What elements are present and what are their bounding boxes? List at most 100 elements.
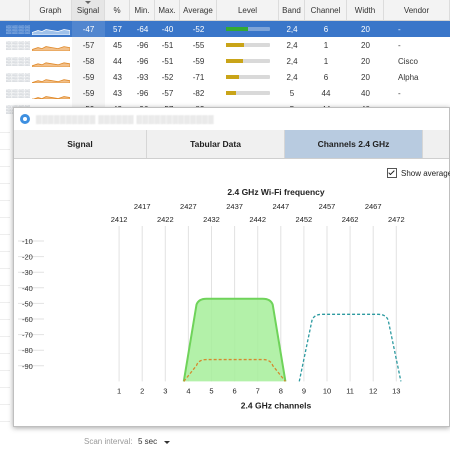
- signal-sparkline: [32, 45, 70, 51]
- x-tick-label: 7: [256, 386, 260, 395]
- cell-level: [217, 53, 279, 69]
- column-header-max[interactable]: Max.: [155, 0, 180, 20]
- cell-min: -96: [136, 40, 149, 50]
- cell-level: [217, 21, 279, 37]
- cell-avg: -59: [192, 56, 205, 66]
- cell-channel: 1: [323, 40, 329, 50]
- cell-max: -57: [161, 88, 174, 98]
- column-header-ssid[interactable]: [0, 0, 30, 20]
- cell-band: 2,4: [286, 72, 298, 82]
- x-tick-label: 1: [117, 386, 121, 395]
- y-tick-label: -60: [22, 315, 33, 324]
- level-bar: [226, 75, 270, 79]
- cell-graph: [30, 69, 72, 85]
- cell-max: -51: [161, 40, 174, 50]
- level-bar: [226, 91, 270, 95]
- cell-graph: [30, 85, 72, 101]
- cell-graph: [30, 37, 72, 53]
- column-header-signal[interactable]: Signal: [72, 0, 105, 20]
- y-tick-label: -30: [22, 268, 33, 277]
- x-tick-label: 6: [233, 386, 237, 395]
- x-tick-label: 4: [186, 386, 190, 395]
- channel-dialog: ▒▒▒▒▒▒▒▒▒▒ ▒▒▒▒▒▒ ▒▒▒▒▒▒▒▒▒▒▒▒▒ Signal T…: [13, 107, 450, 427]
- cell-vendor: Alpha: [398, 72, 419, 82]
- cell-max: -52: [161, 72, 174, 82]
- column-header-vendor[interactable]: Vendor: [384, 0, 450, 20]
- column-header-band[interactable]: Band: [279, 0, 305, 20]
- x-tick-label: 12: [369, 386, 377, 395]
- cell-band: 2,4: [286, 40, 298, 50]
- x-tick-label: 2: [140, 386, 144, 395]
- signal-sparkline: [32, 78, 70, 83]
- scan-interval-select[interactable]: 5 sec: [138, 437, 157, 446]
- y-tick-label: -90: [22, 362, 33, 371]
- freq-label: 2467: [365, 202, 382, 211]
- column-header-[interactable]: %: [105, 0, 130, 20]
- cell-band: 5: [289, 88, 295, 98]
- cell-channel: 6: [323, 72, 329, 82]
- level-bar: [226, 59, 270, 63]
- cell-ssid: ▒▒▒▒: [6, 56, 30, 66]
- cell-vendor: Cisco: [398, 56, 419, 66]
- cell-min: -93: [136, 72, 149, 82]
- cell-max: -40: [161, 24, 174, 34]
- x-tick-label: 13: [392, 386, 400, 395]
- freq-label: 2447: [272, 202, 289, 211]
- table-row[interactable]: ▒▒▒▒ -47 57 -64 -40 -52 2,4 6 20 -: [0, 21, 450, 37]
- freq-label: 2427: [180, 202, 197, 211]
- cell-min: -96: [136, 56, 149, 66]
- cell-pct: 45: [113, 40, 122, 50]
- cell-pct: 43: [113, 88, 122, 98]
- freq-label: 2437: [226, 202, 243, 211]
- cell-ssid: ▒▒▒▒: [6, 24, 30, 34]
- cell-channel: 1: [323, 56, 329, 66]
- freq-label: 2412: [111, 215, 128, 224]
- cell-width: 20: [361, 56, 370, 66]
- table-row[interactable]: ▒▒▒▒ -59 43 -93 -52 -71 2,4 6 20 Alpha: [0, 69, 450, 85]
- table-row[interactable]: ▒▒▒▒ -58 44 -96 -51 -59 2,4 1 20 Cisco: [0, 53, 450, 69]
- scan-interval-label: Scan interval:: [84, 437, 133, 446]
- series-area: [183, 298, 286, 382]
- cell-signal: -59: [72, 85, 105, 101]
- cell-max: -51: [161, 56, 174, 66]
- column-header-average[interactable]: Average: [180, 0, 217, 20]
- column-header-level[interactable]: Level: [217, 0, 279, 20]
- signal-sparkline: [32, 28, 70, 35]
- level-bar: [226, 27, 270, 31]
- network-table: Graph Signal% Min. Max. Average Level Band Chan…: [0, 0, 450, 117]
- freq-label: 2442: [249, 215, 266, 224]
- cell-signal: -58: [72, 53, 105, 69]
- cell-signal: -57: [72, 37, 105, 53]
- cell-level: [217, 69, 279, 85]
- cell-pct: 43: [113, 72, 122, 82]
- table-row[interactable]: ▒▒▒▒ -59 43 -96 -57 -82 5 44 40 -: [0, 85, 450, 101]
- cell-channel: 6: [323, 24, 329, 34]
- column-header-graph[interactable]: Graph: [30, 0, 72, 20]
- signal-sparkline: [32, 95, 70, 99]
- cell-avg: -52: [192, 24, 205, 34]
- x-tick-label: 11: [346, 386, 354, 395]
- cell-graph: [30, 53, 72, 69]
- cell-avg: -82: [192, 88, 205, 98]
- cell-level: [217, 37, 279, 53]
- y-tick-label: -10: [22, 237, 33, 246]
- cell-band: 2,4: [286, 56, 298, 66]
- x-tick-label: 9: [302, 386, 306, 395]
- cell-pct: 44: [113, 56, 122, 66]
- chevron-down-icon[interactable]: [164, 441, 170, 444]
- cell-channel: 44: [321, 88, 331, 98]
- cell-width: 20: [361, 72, 370, 82]
- freq-label: 2462: [342, 215, 359, 224]
- y-tick-label: -70: [22, 331, 33, 340]
- table-row-stubs: [0, 116, 10, 439]
- signal-sparkline: [32, 61, 70, 67]
- cell-avg: -71: [192, 72, 205, 82]
- x-tick-label: 10: [323, 386, 331, 395]
- cell-pct: 57: [113, 24, 122, 34]
- table-row[interactable]: ▒▒▒▒ -57 45 -96 -51 -55 2,4 1 20 -: [0, 37, 450, 53]
- cell-vendor: -: [398, 40, 401, 50]
- freq-label: 2432: [203, 215, 220, 224]
- column-header-width[interactable]: Width: [347, 0, 384, 20]
- column-header-min[interactable]: Min.: [130, 0, 155, 20]
- column-header-channel[interactable]: Channel: [305, 0, 347, 20]
